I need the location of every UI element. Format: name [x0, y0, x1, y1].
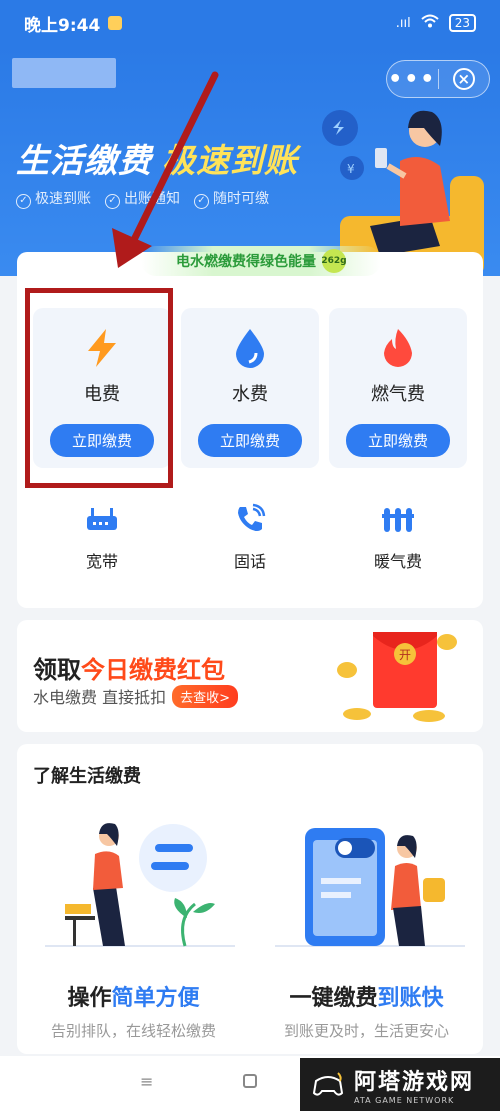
watermark-title: 阿塔游戏网 — [354, 1070, 475, 1095]
hero-banner: ••• × 生活缴费 极速到账 ✓ 极速到账 ✓ 出账通知 ✓ 随时可缴 ¥ — [0, 46, 500, 276]
bill-tile-water[interactable]: 水费 立即缴费 — [181, 308, 319, 468]
service-broadband[interactable]: 宽带 — [33, 502, 171, 572]
feature-item: ✓ 出账通知 — [105, 188, 180, 209]
watermark-logo: 阿塔游戏网 ATA GAME NETWORK — [300, 1058, 500, 1111]
svg-text:¥: ¥ — [347, 162, 355, 176]
learn-item-title: 操作简单方便 — [67, 986, 200, 1011]
promo-card[interactable]: 领取今日缴费红包 水电缴费 直接抵扣 去查收> 开 — [17, 620, 483, 732]
learn-card: 了解生活缴费 操作简单方便 告别排队，在线轻松缴费 一键缴费到账快 到账更及时，… — [17, 744, 483, 1054]
feature-item: ✓ 极速到账 — [16, 188, 91, 209]
check-promo-button[interactable]: 去查收> — [172, 684, 238, 708]
woman-with-chat-illustration — [45, 823, 235, 947]
slogan-highlight: 极速到账 — [162, 141, 298, 180]
promo-subtitle: 水电缴费 直接抵扣 去查收> — [33, 684, 238, 708]
heater-icon — [329, 502, 467, 536]
service-heating[interactable]: 暖气费 — [329, 502, 467, 572]
status-icons: .ııl 23 — [396, 14, 476, 32]
check-icon: ✓ — [194, 194, 209, 209]
bill-tile-electricity[interactable]: 电费 立即缴费 — [33, 308, 171, 468]
flame-icon — [380, 326, 416, 370]
promo-title: 领取今日缴费红包 — [33, 656, 225, 684]
wifi-icon — [421, 14, 439, 32]
router-icon — [33, 502, 171, 536]
close-button[interactable]: × — [439, 68, 490, 90]
learn-item-title: 一键缴费到账快 — [289, 986, 444, 1011]
learn-item-desc: 告别排队，在线轻松缴费 — [50, 1022, 216, 1040]
phone-payment-illustration — [275, 828, 465, 947]
red-packet-illustration: 开 — [337, 632, 457, 722]
close-icon: × — [452, 68, 475, 90]
bill-name: 电费 — [84, 384, 120, 405]
energy-badge: 262g — [321, 249, 347, 273]
pay-now-button[interactable]: 立即缴费 — [346, 424, 450, 457]
learn-item-desc: 到账更及时，生活更安心 — [283, 1022, 449, 1040]
bill-name: 燃气费 — [371, 384, 425, 405]
signal-icon: .ııl — [395, 15, 411, 31]
home-nav-button[interactable] — [243, 1074, 257, 1088]
service-name: 宽带 — [85, 552, 118, 571]
check-icon: ✓ — [105, 194, 120, 209]
feature-item: ✓ 随时可缴 — [194, 188, 269, 209]
pay-now-button[interactable]: 立即缴费 — [50, 424, 154, 457]
bill-tile-gas[interactable]: 燃气费 立即缴费 — [329, 308, 467, 468]
lightning-icon — [84, 326, 120, 370]
more-button[interactable]: ••• — [387, 67, 438, 92]
pay-now-button[interactable]: 立即缴费 — [198, 424, 302, 457]
app-notification-icon — [108, 16, 123, 30]
gamepad-icon — [312, 1071, 344, 1096]
slogan-main: 生活缴费 — [16, 141, 152, 180]
check-icon: ✓ — [16, 194, 31, 209]
packet-label: 开 — [399, 648, 411, 662]
status-bar: 晚上9:44 .ııl 23 — [0, 0, 500, 46]
learn-heading: 了解生活缴费 — [33, 766, 141, 787]
battery-indicator: 23 — [448, 14, 476, 32]
watermark-subtitle: ATA GAME NETWORK — [354, 1096, 455, 1105]
green-energy-banner[interactable]: 电水燃缴费得绿色能量 262g — [141, 246, 381, 276]
service-name: 暖气费 — [373, 552, 422, 571]
menu-nav-button[interactable]: ≡ — [140, 1072, 153, 1091]
service-name: 固话 — [233, 552, 266, 571]
bill-name: 水费 — [232, 384, 268, 405]
blurred-title — [12, 58, 116, 88]
status-time: 晚上9:44 — [24, 15, 101, 36]
phone-icon — [181, 502, 319, 536]
hero-slogan: 生活缴费 极速到账 — [16, 134, 298, 182]
mini-program-capsule: ••• × — [386, 60, 490, 98]
service-landline[interactable]: 固话 — [181, 502, 319, 572]
bill-panel: 电水燃缴费得绿色能量 262g 电费 立即缴费 水费 立即缴费 燃气费 立即缴费… — [17, 246, 483, 608]
feature-list: ✓ 极速到账 ✓ 出账通知 ✓ 随时可缴 — [16, 188, 269, 209]
water-drop-icon — [232, 326, 268, 370]
